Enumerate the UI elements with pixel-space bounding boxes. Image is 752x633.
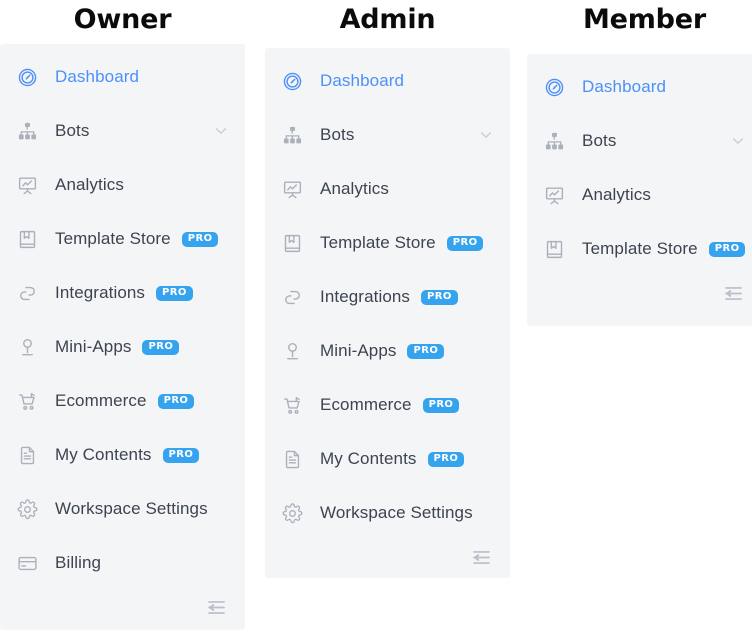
bookmark-book-icon [543,238,565,260]
sidebar-item-label: Dashboard [582,77,667,96]
sidebar-item-label: Template Store [55,229,171,248]
gear-icon [16,498,38,520]
sidebar-item-label: Bots [320,125,355,144]
sidebar-item-analytics[interactable]: Analytics [265,162,510,216]
pro-badge: PRO [421,289,458,305]
document-icon [16,444,38,466]
role-column-title: Owner [73,4,172,35]
presentation-chart-icon [543,184,565,206]
sidebar-item-label: Bots [582,131,617,150]
sidebar-item-label: Workspace Settings [55,499,208,518]
sidebar-item-label: Dashboard [320,71,405,90]
sidebar-item-template-store[interactable]: Template Store PRO [527,222,752,276]
sidebar-footer [0,596,245,618]
sidebar-item-label: Billing [55,553,102,572]
dashboard-gauge-icon [16,66,38,88]
credit-card-icon [16,552,38,574]
chevron-down-icon[interactable] [478,127,494,143]
presentation-chart-icon [16,174,38,196]
sidebar-item-label: My Contents [320,449,417,468]
dashboard-gauge-icon [281,70,303,92]
sidebar-item-mini-apps[interactable]: Mini-Apps PRO [0,320,245,374]
chevron-down-icon[interactable] [730,133,746,149]
sidebar-item-label: My Contents [55,445,152,464]
presentation-chart-icon [281,178,303,200]
sidebar-item-my-contents[interactable]: My Contents PRO [265,432,510,486]
sidebar-item-label: Analytics [320,179,389,198]
sidebar-item-template-store[interactable]: Template Store PRO [0,212,245,266]
sidebar-item-template-store[interactable]: Template Store PRO [265,216,510,270]
sidebar-item-label: Analytics [582,185,651,204]
bookmark-book-icon [281,232,303,254]
pro-badge: PRO [422,397,460,413]
dashboard-gauge-icon [543,76,565,98]
role-column-title: Member [582,4,707,35]
chevron-down-icon[interactable] [213,123,229,139]
sidebar-item-label: Dashboard [55,67,140,86]
sidebar-item-label: Bots [55,121,90,140]
sidebar-item-bots[interactable]: Bots [0,104,245,158]
shopping-cart-icon [16,390,38,412]
sidebar-item-label: Template Store [582,239,698,258]
sidebar-item-label: Mini-Apps [55,337,132,356]
sitemap-icon [16,120,38,142]
collapse-menu-icon[interactable] [722,282,744,304]
sidebar-panel: Dashboard Bots Analytics Template Store PRO I… [0,44,245,630]
pro-badge: PRO [708,241,746,257]
role-column-admin: Admin Dashboard Bots Analytics Template Stor… [265,0,510,578]
pro-badge: PRO [446,235,484,251]
sidebar-item-my-contents[interactable]: My Contents PRO [0,428,245,482]
sidebar-item-dashboard[interactable]: Dashboard [265,54,510,108]
sidebar-item-workspace-settings[interactable]: Workspace Settings [265,486,510,540]
sitemap-icon [543,130,565,152]
sidebar-item-label: Integrations [320,287,411,306]
sidebar-item-label: Workspace Settings [320,503,473,522]
pro-badge: PRO [181,231,219,247]
sidebar-item-label: Integrations [55,283,146,302]
sidebar-panel: Dashboard Bots Analytics Template Store PRO [527,54,752,326]
sidebar-item-dashboard[interactable]: Dashboard [0,50,245,104]
joystick-pin-icon [281,340,303,362]
role-column-owner: Owner Dashboard Bots Analytics Template Stor… [0,0,245,630]
collapse-menu-icon[interactable] [205,596,227,618]
sidebar-item-ecommerce[interactable]: Ecommerce PRO [265,378,510,432]
shopping-cart-icon [281,394,303,416]
document-icon [281,448,303,470]
sidebar-item-integrations[interactable]: Integrations PRO [265,270,510,324]
sidebar-item-bots[interactable]: Bots [527,114,752,168]
pro-badge: PRO [142,339,180,355]
collapse-menu-icon[interactable] [470,546,492,568]
sidebar-item-label: Mini-Apps [320,341,397,360]
pro-badge: PRO [157,393,195,409]
sidebar-item-dashboard[interactable]: Dashboard [527,60,752,114]
sidebar-footer [265,546,510,568]
gear-icon [281,502,303,524]
sidebar-panel: Dashboard Bots Analytics Template Store PRO I… [265,48,510,578]
sidebar-item-bots[interactable]: Bots [265,108,510,162]
sitemap-icon [281,124,303,146]
sidebar-item-label: Ecommerce [55,391,147,410]
linked-chain-icon [16,282,38,304]
sidebar-item-analytics[interactable]: Analytics [527,168,752,222]
role-comparison-container: Owner Dashboard Bots Analytics Template Stor… [0,0,752,633]
sidebar-item-workspace-settings[interactable]: Workspace Settings [0,482,245,536]
sidebar-item-mini-apps[interactable]: Mini-Apps PRO [265,324,510,378]
role-column-title: Admin [339,4,436,35]
bookmark-book-icon [16,228,38,250]
sidebar-item-ecommerce[interactable]: Ecommerce PRO [0,374,245,428]
pro-badge: PRO [162,447,200,463]
role-column-member: Member Dashboard Bots Analytics Template Sto… [527,0,752,326]
joystick-pin-icon [16,336,38,358]
pro-badge: PRO [427,451,465,467]
sidebar-item-billing[interactable]: Billing [0,536,245,590]
pro-badge: PRO [156,285,193,301]
sidebar-item-integrations[interactable]: Integrations PRO [0,266,245,320]
linked-chain-icon [281,286,303,308]
sidebar-item-label: Ecommerce [320,395,412,414]
pro-badge: PRO [407,343,445,359]
sidebar-footer [527,282,752,304]
sidebar-item-label: Template Store [320,233,436,252]
sidebar-item-label: Analytics [55,175,124,194]
sidebar-item-analytics[interactable]: Analytics [0,158,245,212]
